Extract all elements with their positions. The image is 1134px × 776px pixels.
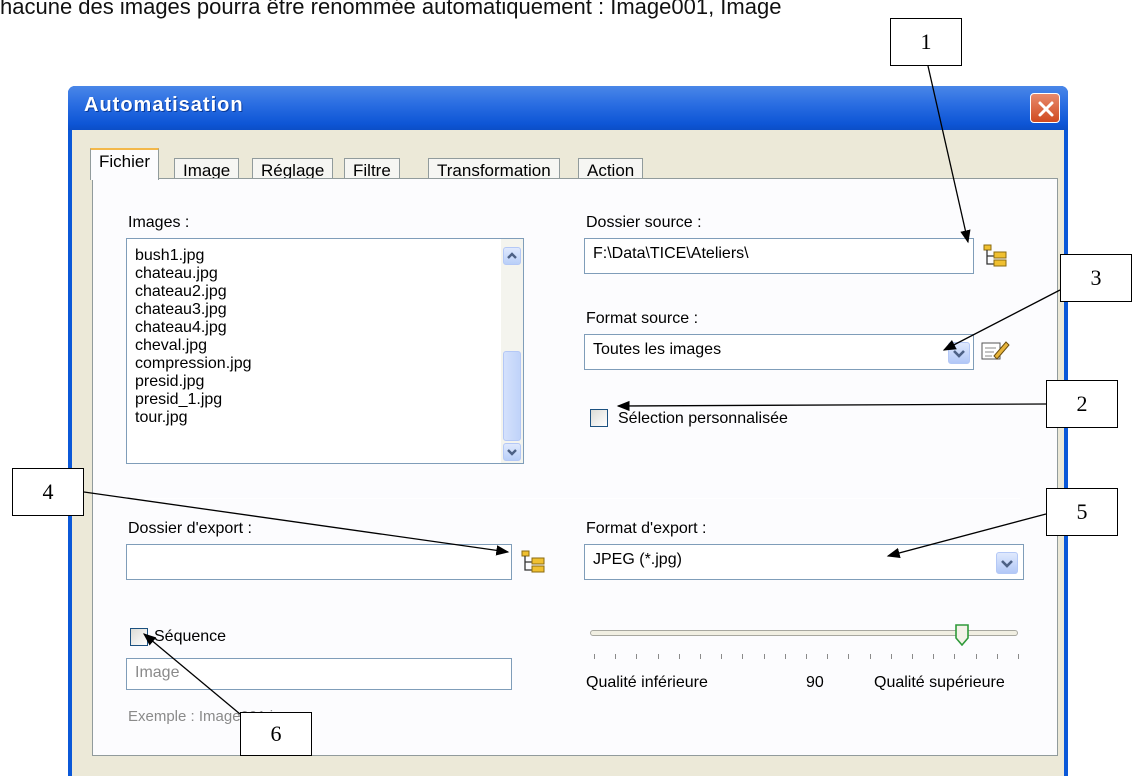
callout-2: 2 bbox=[1046, 380, 1118, 428]
arrow-3 bbox=[942, 289, 1061, 351]
callout-5: 5 bbox=[1046, 488, 1118, 536]
arrow-1 bbox=[927, 65, 971, 244]
callout-4: 4 bbox=[12, 468, 84, 516]
arrow-6 bbox=[143, 633, 241, 715]
arrow-4 bbox=[83, 491, 510, 556]
annotation-arrows bbox=[83, 65, 1061, 715]
arrow-5 bbox=[886, 513, 1047, 559]
callout-3: 3 bbox=[1060, 254, 1132, 302]
callout-1: 1 bbox=[890, 18, 962, 66]
callout-6: 6 bbox=[240, 712, 312, 756]
arrow-2 bbox=[616, 400, 1047, 412]
tab-fichier[interactable]: Fichier bbox=[90, 148, 160, 180]
